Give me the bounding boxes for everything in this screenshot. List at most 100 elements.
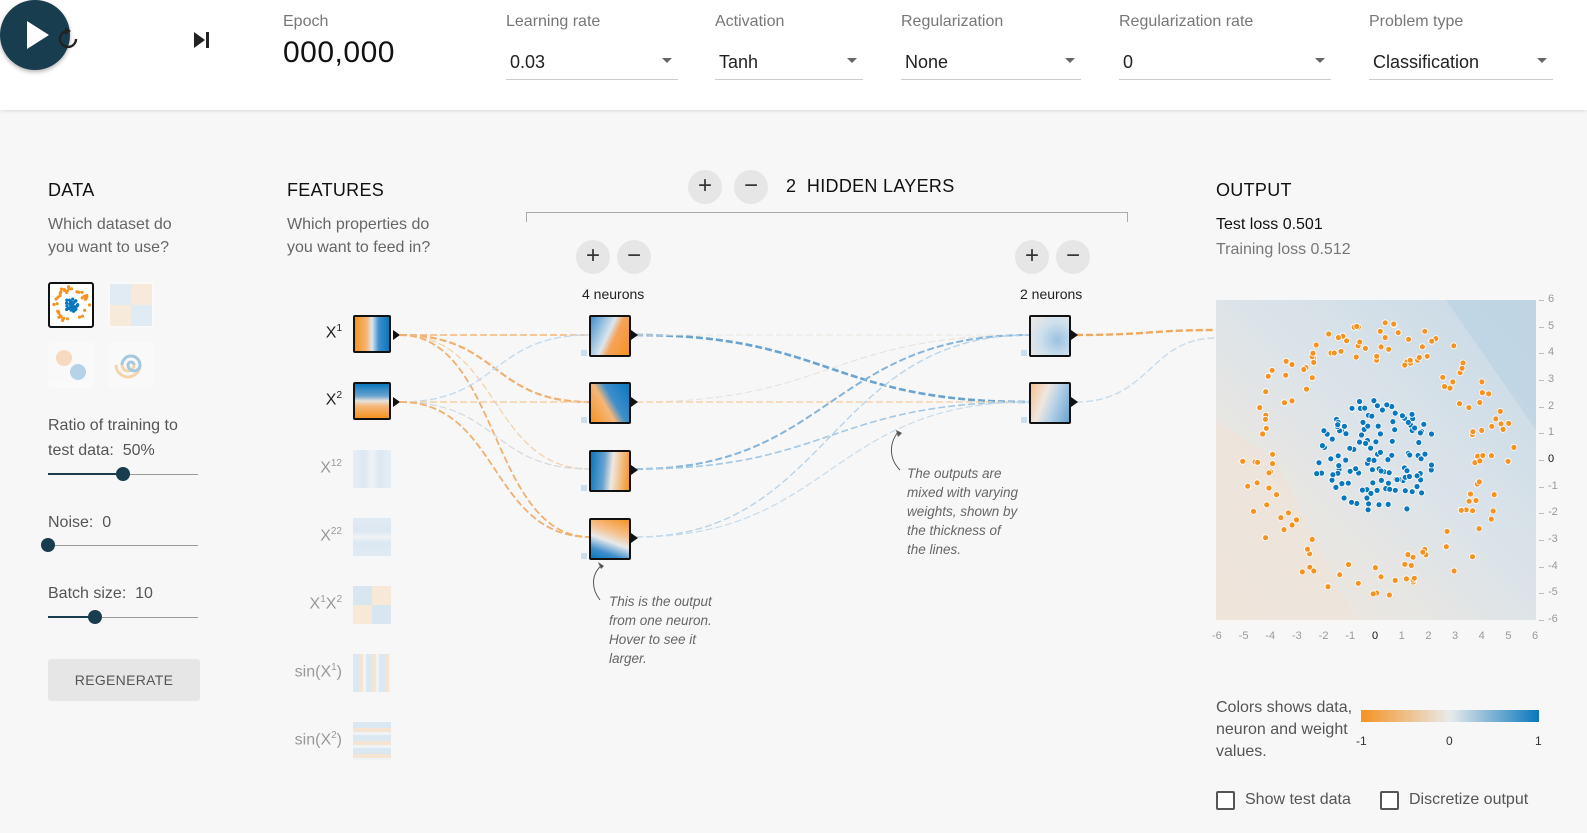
x-tick-label: 6: [1532, 630, 1539, 642]
x-tick-label: -4: [1265, 630, 1276, 642]
neuron-bias[interactable]: [581, 553, 587, 559]
legend-max: 1: [1535, 734, 1542, 748]
y-tick-mark: [1539, 353, 1544, 355]
add-layer-button[interactable]: +: [688, 170, 722, 204]
step-icon: [194, 32, 209, 48]
neuron-l1-3[interactable]: [589, 450, 631, 492]
y-tick-mark: [1539, 460, 1544, 461]
y-tick-mark: [1539, 406, 1544, 408]
remove-neuron-layer1-button[interactable]: −: [617, 240, 651, 274]
neuron-bias[interactable]: [581, 485, 587, 491]
y-tick-mark: [1539, 380, 1544, 381]
reset-icon: [58, 27, 78, 49]
dataset-spiral[interactable]: [108, 342, 154, 388]
y-tick-mark: [1539, 620, 1544, 621]
neuron-output-arrow-icon: [631, 330, 638, 340]
legend-mid: 0: [1446, 734, 1453, 748]
learning-rate-select[interactable]: 0.03: [506, 44, 678, 80]
feature-toggle[interactable]: [353, 722, 391, 760]
feature-toggle[interactable]: [353, 382, 391, 420]
noise-slider[interactable]: [48, 545, 198, 546]
output-heatmap[interactable]: [1216, 300, 1536, 620]
feature-toggle[interactable]: [353, 315, 391, 353]
problem-type-select[interactable]: Classification: [1369, 44, 1553, 80]
neuron-output-arrow-icon: [1071, 397, 1078, 407]
neuron-output-arrow-icon: [1071, 330, 1078, 340]
discretize-output-label: Discretize output: [1409, 791, 1529, 808]
dropdown-arrow-icon: [847, 58, 857, 63]
x-tick-label: 0: [1372, 630, 1379, 642]
data-title: DATA: [48, 180, 95, 200]
dropdown-arrow-icon: [1315, 58, 1325, 63]
feature-label: X1: [325, 323, 342, 342]
color-legend-text: Colors shows data, neuron and weight val…: [1216, 699, 1353, 760]
neuron-bias[interactable]: [581, 350, 587, 356]
add-neuron-layer1-button[interactable]: +: [576, 240, 610, 274]
regularization-select[interactable]: None: [901, 44, 1081, 80]
feature-label: sin(X1): [294, 662, 342, 681]
x-tick-label: -3: [1292, 630, 1302, 642]
y-tick-mark: [1539, 593, 1544, 595]
feature-output-arrow-icon: [393, 330, 400, 340]
neuron-bias[interactable]: [1021, 417, 1027, 423]
neuron-l1-4[interactable]: [589, 518, 631, 560]
y-tick-label: -1: [1548, 479, 1558, 492]
add-neuron-layer2-button[interactable]: +: [1015, 240, 1049, 274]
x-tick-label: 4: [1478, 630, 1485, 642]
feature-toggle[interactable]: [353, 450, 391, 488]
y-tick-mark: [1539, 540, 1544, 541]
ratio-label: Ratio of training to: [48, 417, 178, 434]
regularization-rate-value: 0: [1123, 52, 1134, 72]
y-tick-mark: [1539, 300, 1544, 301]
y-tick-label: 2: [1548, 399, 1555, 412]
weights-annotation: The outputs are mixed with varying weigh…: [907, 466, 1019, 557]
remove-neuron-layer2-button[interactable]: −: [1056, 240, 1090, 274]
feature-toggle[interactable]: [353, 654, 391, 692]
epoch-value: 000,000: [283, 36, 395, 69]
neuron-output-arrow-icon: [631, 397, 638, 407]
reset-button[interactable]: [52, 22, 86, 56]
neuron-l1-1[interactable]: [589, 315, 631, 357]
neuron-l2-1[interactable]: [1029, 315, 1071, 357]
batch-value: 10: [135, 585, 153, 602]
test-loss: Test loss 0.501: [1216, 216, 1323, 233]
feature-toggle[interactable]: [353, 586, 391, 624]
discretize-output-checkbox[interactable]: [1380, 791, 1399, 810]
batch-slider-handle[interactable]: [87, 610, 102, 624]
y-tick-label: -6: [1548, 613, 1558, 625]
x-tick-label: -2: [1318, 630, 1329, 642]
dropdown-arrow-icon: [1065, 58, 1075, 63]
y-tick-label: -2: [1548, 506, 1558, 519]
regenerate-button[interactable]: REGENERATE: [48, 659, 200, 701]
neuron-bias[interactable]: [1021, 350, 1027, 356]
neuron-bias[interactable]: [581, 417, 587, 423]
noise-slider-handle[interactable]: [41, 538, 55, 552]
y-tick-label: 5: [1548, 319, 1555, 332]
step-button[interactable]: [188, 26, 216, 54]
dataset-spiral-icon: [114, 354, 142, 379]
feature-label: X12: [320, 458, 342, 477]
noise-label: Noise: 0: [48, 514, 112, 531]
layer2-neuron-count: 2 neurons: [1020, 286, 1083, 302]
show-test-data-checkbox[interactable]: [1216, 791, 1235, 810]
neuron-output-arrow-icon: [631, 533, 638, 543]
neuron-l1-2[interactable]: [589, 382, 631, 424]
x-tick-label: -6: [1212, 630, 1222, 642]
problem-type-label: Problem type: [1369, 13, 1464, 30]
ratio-slider-handle[interactable]: [116, 467, 130, 481]
dataset-xor[interactable]: [108, 282, 154, 328]
data-desc: Which dataset do you want to use?: [48, 216, 172, 256]
dropdown-arrow-icon: [1537, 58, 1547, 63]
activation-select[interactable]: Tanh: [715, 44, 863, 80]
top-bar: Epoch 000,000 Learning rate 0.03 Activat…: [0, 0, 1587, 110]
activation-label: Activation: [715, 13, 785, 30]
dataset-gaussian[interactable]: [48, 342, 94, 388]
feature-toggle[interactable]: [353, 518, 391, 556]
dataset-xor-icon: [110, 284, 152, 326]
output-title: OUTPUT: [1216, 180, 1292, 200]
dataset-circle[interactable]: [48, 282, 94, 328]
ratio-label-2: test data: 50%: [48, 442, 155, 459]
regularization-rate-select[interactable]: 0: [1119, 44, 1331, 80]
neuron-l2-2[interactable]: [1029, 382, 1071, 424]
remove-layer-button[interactable]: −: [734, 170, 768, 204]
